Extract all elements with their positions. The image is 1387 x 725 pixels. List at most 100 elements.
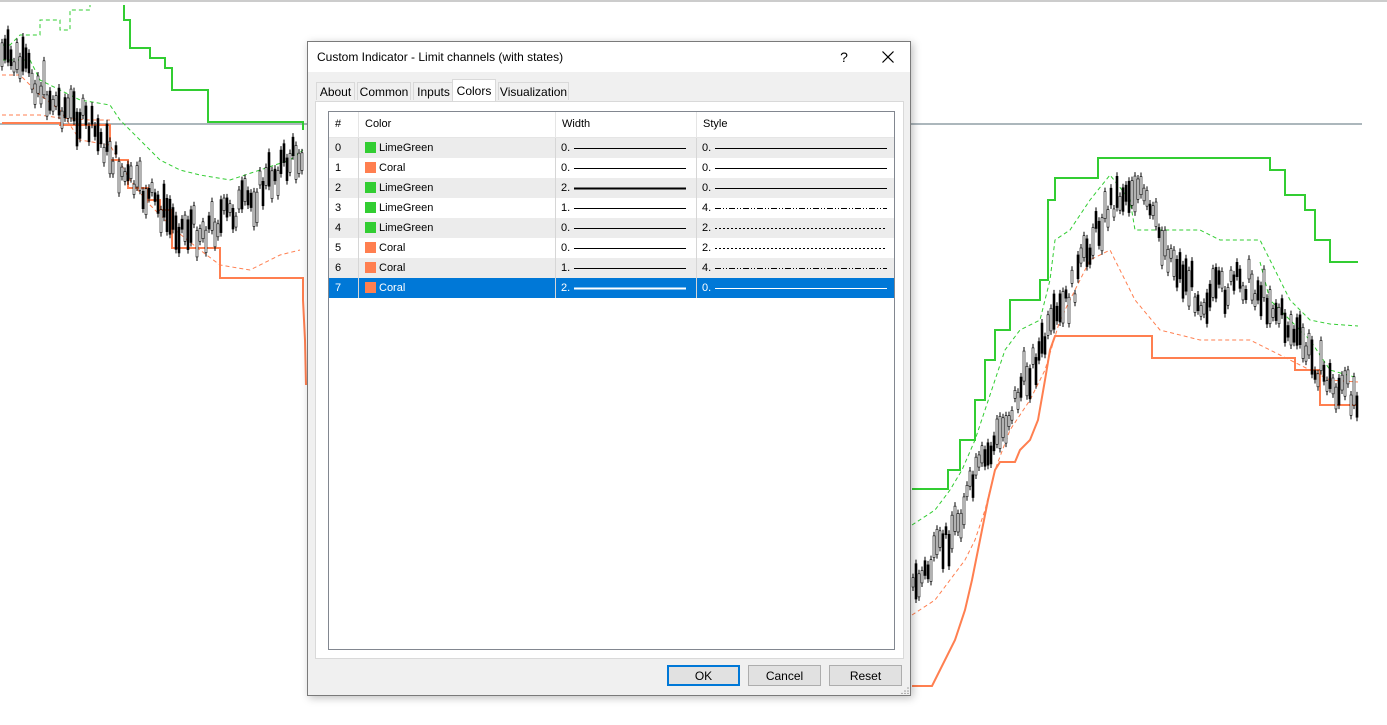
candle-right (1160, 230, 1164, 266)
width-cell[interactable]: 0. (556, 238, 697, 258)
colors-tab-panel: # Color Width Style 0 LimeGreen 0. 0. 1 Coral… (315, 101, 904, 659)
candle-right (1088, 247, 1092, 265)
width-cell[interactable]: 0. (556, 218, 697, 238)
candle-right (929, 559, 933, 582)
tab-colors[interactable]: Colors (452, 79, 496, 101)
candle-right (1106, 209, 1110, 228)
tab-visualization[interactable]: Visualization (498, 82, 569, 100)
width-label: 0. (561, 162, 571, 174)
candle-right (1286, 325, 1290, 338)
candle-left (153, 192, 157, 202)
style-cell[interactable]: 0. (697, 138, 894, 158)
color-cell[interactable]: Coral (359, 238, 556, 258)
cancel-button[interactable]: Cancel (748, 665, 821, 686)
table-row[interactable]: 4 LimeGreen 0. 2. (329, 218, 894, 238)
candle-left (3, 38, 7, 60)
candle-right (941, 533, 945, 569)
width-line-preview (574, 187, 686, 190)
style-label: 4. (702, 202, 712, 214)
style-cell[interactable]: 2. (697, 238, 894, 258)
header-style[interactable]: Style (697, 112, 894, 137)
style-cell[interactable]: 0. (697, 178, 894, 198)
candle-left (186, 219, 190, 250)
candle-right (1148, 203, 1152, 216)
color-cell[interactable]: LimeGreen (359, 218, 556, 238)
width-line-preview (574, 208, 686, 209)
resize-grip-icon[interactable] (901, 686, 909, 694)
candle-left (150, 182, 154, 193)
style-label: 0. (702, 282, 712, 294)
tab-inputs[interactable]: Inputs (413, 82, 454, 100)
candle-right (1232, 274, 1236, 291)
color-cell[interactable]: Coral (359, 258, 556, 278)
style-label: 0. (702, 142, 712, 154)
candle-left (192, 205, 196, 225)
width-cell[interactable]: 0. (556, 158, 697, 178)
tab-about[interactable]: About (316, 82, 355, 100)
width-cell[interactable]: 2. (556, 178, 697, 198)
help-button[interactable]: ? (822, 42, 866, 72)
table-row[interactable]: 5 Coral 0. 2. (329, 238, 894, 258)
candle-left (129, 165, 133, 179)
candle-left (57, 87, 61, 116)
candle-left (282, 143, 286, 163)
width-cell[interactable]: 1. (556, 258, 697, 278)
candle-left (132, 183, 136, 195)
candle-right (1241, 285, 1245, 301)
candle-right (1229, 269, 1233, 282)
width-cell[interactable]: 2. (556, 278, 697, 298)
table-row[interactable]: 0 LimeGreen 0. 0. (329, 138, 894, 158)
width-label: 0. (561, 222, 571, 234)
width-line-preview (574, 248, 686, 249)
reset-button[interactable]: Reset (829, 665, 902, 686)
candle-left (159, 209, 163, 233)
color-cell[interactable]: LimeGreen (359, 138, 556, 158)
candle-right (1016, 392, 1020, 410)
table-row[interactable]: 3 LimeGreen 1. 4. (329, 198, 894, 218)
candle-left (138, 160, 142, 191)
upper-inner-right (911, 174, 1359, 526)
candle-right (1217, 270, 1221, 285)
color-cell[interactable]: LimeGreen (359, 178, 556, 198)
color-cell[interactable]: LimeGreen (359, 198, 556, 218)
style-cell[interactable]: 0. (697, 278, 894, 298)
table-row[interactable]: 1 Coral 0. 0. (329, 158, 894, 178)
candle-right (1307, 332, 1311, 356)
table-row[interactable]: 2 LimeGreen 2. 0. (329, 178, 894, 198)
width-cell[interactable]: 1. (556, 198, 697, 218)
header-width[interactable]: Width (556, 112, 697, 137)
style-cell[interactable]: 0. (697, 158, 894, 178)
table-row[interactable]: 7 Coral 2. 0. (329, 278, 894, 298)
style-label: 4. (702, 262, 712, 274)
style-label: 2. (702, 242, 712, 254)
header-color[interactable]: Color (359, 112, 556, 137)
table-row[interactable]: 6 Coral 1. 4. (329, 258, 894, 278)
row-index: 5 (329, 238, 359, 258)
style-cell[interactable]: 4. (697, 258, 894, 278)
color-cell[interactable]: Coral (359, 158, 556, 178)
style-label: 2. (702, 222, 712, 234)
colors-table: # Color Width Style 0 LimeGreen 0. 0. 1 Coral… (328, 111, 895, 650)
width-label: 0. (561, 142, 571, 154)
style-cell[interactable]: 2. (697, 218, 894, 238)
close-button[interactable] (866, 42, 910, 72)
color-cell[interactable]: Coral (359, 278, 556, 298)
style-cell[interactable]: 4. (697, 198, 894, 218)
candle-right (1184, 258, 1188, 292)
ok-button[interactable]: OK (667, 665, 740, 686)
candle-left (267, 152, 271, 187)
candle-right (1121, 187, 1125, 212)
candle-right (1262, 268, 1266, 298)
candle-left (102, 147, 106, 164)
color-name: Coral (379, 162, 406, 174)
header-index[interactable]: # (329, 112, 359, 137)
candle-left (0, 42, 4, 67)
candle-left (87, 126, 91, 143)
width-cell[interactable]: 0. (556, 138, 697, 158)
row-index: 2 (329, 178, 359, 198)
candle-left (96, 118, 100, 152)
indicator-dialog: Custom Indicator - Limit channels (with … (307, 41, 911, 696)
candle-left (261, 180, 265, 207)
tab-common[interactable]: Common (357, 82, 411, 100)
candle-right (1301, 327, 1305, 359)
